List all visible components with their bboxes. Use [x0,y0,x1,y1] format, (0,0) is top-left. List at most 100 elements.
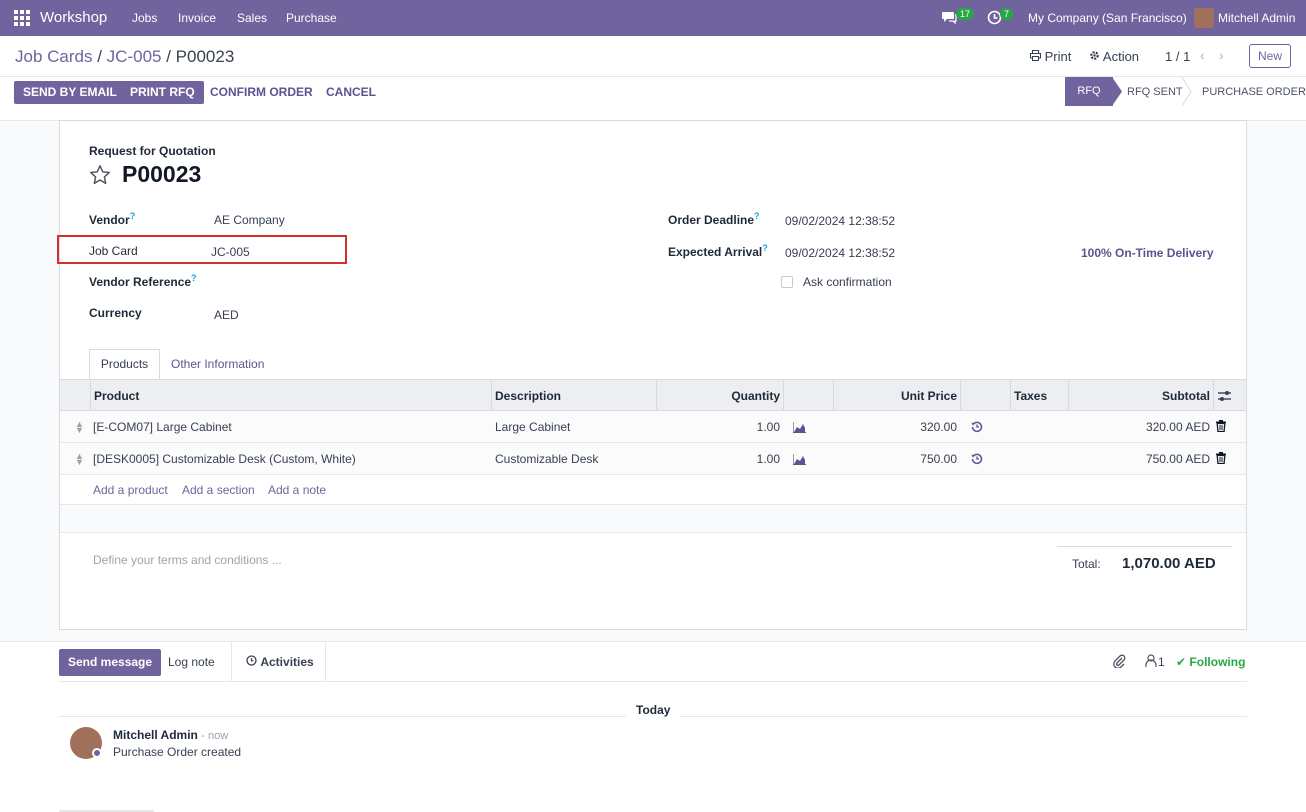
user-menu[interactable]: Mitchell Admin [1218,11,1295,25]
cancel-button[interactable]: CANCEL [326,81,376,104]
job-card-field[interactable]: JC-005 [211,245,250,259]
company-switcher[interactable]: My Company (San Francisco) [1028,11,1187,25]
activities-button[interactable]: Activities [246,655,314,669]
form-subtitle: Request for Quotation [89,144,216,158]
expected-arrival-label: Expected Arrival? [668,243,768,259]
status-arrow-icon [1112,77,1122,106]
breadcrumb-separator: / [97,47,107,66]
followers-count[interactable]: 1 [1158,655,1165,669]
quantity-cell[interactable]: 1.00 [660,443,780,475]
send-message-button[interactable]: Send message [59,649,162,676]
product-cell[interactable]: [DESK0005] Customizable Desk (Custom, Wh… [93,443,356,475]
date-separator: Today [626,703,681,717]
terms-conditions-input[interactable]: Define your terms and conditions ... [93,553,282,567]
clock-icon [246,655,260,669]
help-icon[interactable]: ? [130,211,136,221]
print-button[interactable]: Print [1030,49,1071,64]
status-rfq[interactable]: RFQ [1065,77,1113,106]
star-icon[interactable] [89,164,111,189]
menu-purchase[interactable]: Purchase [286,11,337,25]
send-by-email-button[interactable]: SEND BY EMAIL [14,81,126,104]
order-deadline-label: Order Deadline? [668,211,760,227]
trash-icon[interactable] [1216,452,1226,467]
add-section-link[interactable]: Add a section [182,475,255,505]
table-row[interactable]: ▲ ▼ [E-COM07] Large Cabinet Large Cabinet… [60,411,1246,443]
drag-handle-icon[interactable]: ▲ ▼ [75,452,84,467]
currency-field[interactable]: AED [214,308,239,322]
tab-other-information[interactable]: Other Information [171,357,264,371]
pager-prev-icon[interactable]: ‹ [1200,47,1205,63]
table-footer [60,505,1246,533]
following-button[interactable]: ✔ Following [1176,655,1245,669]
column-subtotal[interactable]: Subtotal [1072,380,1210,412]
help-icon[interactable]: ? [762,243,768,253]
top-navbar: Workshop Jobs Invoice Sales Purchase 17 … [0,0,1306,36]
user-avatar[interactable] [1194,8,1214,28]
trash-icon[interactable] [1216,420,1226,435]
column-description[interactable]: Description [495,380,561,412]
quantity-cell[interactable]: 1.00 [660,411,780,443]
breadcrumb-current: P00023 [175,47,235,66]
message-header: Mitchell Admin - now [113,728,228,742]
ask-confirmation-checkbox[interactable] [781,276,793,288]
column-taxes[interactable]: Taxes [1014,380,1047,412]
forecast-chart-icon[interactable] [792,421,806,436]
history-icon[interactable] [971,421,983,436]
add-product-link[interactable]: Add a product [93,475,168,505]
table-row[interactable]: ▲ ▼ [DESK0005] Customizable Desk (Custom,… [60,443,1246,475]
breadcrumb-job-cards[interactable]: Job Cards [15,47,92,66]
pager-next-icon[interactable]: › [1219,47,1224,63]
apps-menu-icon[interactable] [14,10,30,26]
menu-sales[interactable]: Sales [237,11,267,25]
add-note-link[interactable]: Add a note [268,475,326,505]
optional-columns-icon[interactable] [1218,390,1231,405]
paperclip-icon[interactable] [1112,654,1126,671]
column-quantity[interactable]: Quantity [660,380,780,412]
message-author[interactable]: Mitchell Admin [113,728,198,742]
app-name[interactable]: Workshop [40,9,107,26]
status-rfq-sent[interactable]: RFQ SENT [1127,77,1183,107]
action-button[interactable]: Action [1089,49,1139,64]
control-panel: Job Cards / JC-005 / P00023 Print Action… [0,36,1306,121]
log-note-button[interactable]: Log note [168,655,215,669]
history-icon[interactable] [971,453,983,468]
expected-arrival-field[interactable]: 09/02/2024 12:38:52 [785,246,895,260]
product-cell[interactable]: [E-COM07] Large Cabinet [93,411,232,443]
followers-icon[interactable] [1145,654,1157,670]
breadcrumb-jc-005[interactable]: JC-005 [107,47,162,66]
activities-badge: 7 [1000,8,1014,20]
table-header: Product Description Quantity Unit Price … [60,379,1246,412]
help-icon[interactable]: ? [754,211,760,221]
description-cell[interactable]: Large Cabinet [495,411,570,443]
vendor-field[interactable]: AE Company [214,213,285,227]
status-purchase-order[interactable]: PURCHASE ORDER [1202,77,1306,107]
confirm-order-button[interactable]: CONFIRM ORDER [210,81,313,104]
print-label: Print [1044,49,1072,64]
vendor-reference-label: Vendor Reference? [89,273,197,289]
menu-jobs[interactable]: Jobs [132,11,157,25]
help-icon[interactable]: ? [191,273,197,283]
column-product[interactable]: Product [94,380,139,412]
drag-handle-icon[interactable]: ▲ ▼ [75,420,84,435]
job-card-label: Job Card [89,244,138,258]
add-line-row: Add a product Add a section Add a note [60,475,1246,505]
description-cell[interactable]: Customizable Desk [495,443,598,475]
new-button[interactable]: New [1249,44,1291,68]
order-deadline-field[interactable]: 09/02/2024 12:38:52 [785,214,895,228]
pager[interactable]: 1 / 1 [1165,49,1190,64]
column-unit-price[interactable]: Unit Price [837,380,957,412]
currency-label: Currency [89,306,142,320]
tab-products[interactable]: Products [89,349,160,380]
forecast-chart-icon[interactable] [792,453,806,468]
print-icon [1030,49,1045,64]
message-body: Purchase Order created [113,745,242,759]
menu-invoice[interactable]: Invoice [178,11,216,25]
message-time: - now [201,730,229,742]
unit-price-cell[interactable]: 750.00 [837,443,957,475]
on-time-delivery-link[interactable]: 100% On-Time Delivery [1081,246,1214,260]
print-rfq-button[interactable]: PRINT RFQ [121,81,204,104]
vendor-label: Vendor? [89,211,136,227]
unit-price-cell[interactable]: 320.00 [837,411,957,443]
avatar[interactable] [70,727,102,759]
chat-icon[interactable] [942,10,957,27]
